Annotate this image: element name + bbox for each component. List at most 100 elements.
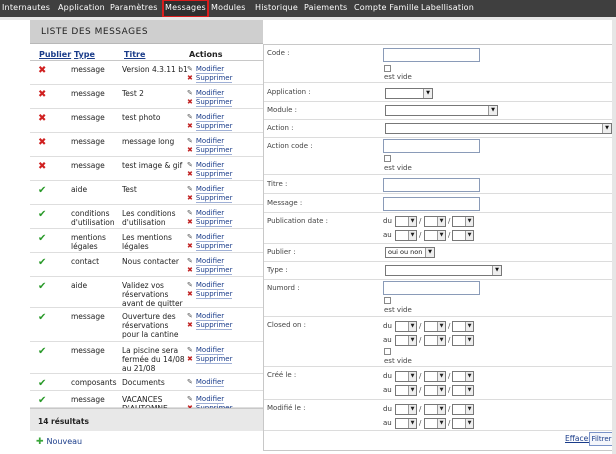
pencil-icon: ✎: [187, 395, 193, 403]
numord-empty-checkbox[interactable]: [384, 297, 391, 304]
nav-compte-famille[interactable]: Compte Famille: [354, 0, 419, 17]
delete-link[interactable]: ✖Supprimer: [187, 266, 233, 275]
closed-to-day[interactable]: ▼: [395, 335, 417, 346]
cree-to-year[interactable]: ▼: [452, 385, 474, 396]
cree-from-month[interactable]: ▼: [424, 371, 446, 382]
delete-link[interactable]: ✖Supprimer: [187, 242, 233, 251]
pencil-icon: ✎: [187, 137, 193, 145]
clear-filter-link[interactable]: Effacer: [565, 434, 591, 443]
action-select[interactable]: ▼: [385, 123, 612, 134]
modify-link[interactable]: ✎ Modifier: [187, 113, 225, 122]
modify-link[interactable]: ✎ Modifier: [187, 257, 225, 266]
type-select[interactable]: ▼: [385, 265, 502, 276]
modifie-to-year[interactable]: ▼: [452, 418, 474, 429]
modify-link[interactable]: ✎ Modifier: [187, 185, 225, 194]
top-navigation: Internautes Application Paramètres Messa…: [0, 0, 616, 18]
column-header-type[interactable]: Type: [74, 50, 95, 59]
cree-from-day[interactable]: ▼: [395, 371, 417, 382]
cree-to-month[interactable]: ▼: [424, 385, 446, 396]
action-code-input[interactable]: [383, 139, 480, 153]
delete-link[interactable]: ✖Supprimer: [187, 194, 233, 203]
code-empty-checkbox[interactable]: [384, 65, 391, 72]
modify-link[interactable]: ✎ Modifier: [187, 378, 225, 387]
closed-from-day[interactable]: ▼: [395, 321, 417, 332]
filter-button[interactable]: Filtrer: [589, 432, 614, 446]
published-check-icon[interactable]: ✔: [38, 379, 46, 389]
unpublished-cross-icon[interactable]: ✖: [38, 138, 46, 148]
nav-historique[interactable]: Historique: [255, 0, 298, 17]
modify-link[interactable]: ✎ Modifier: [187, 233, 225, 242]
published-check-icon[interactable]: ✔: [38, 282, 46, 292]
publier-select[interactable]: oui ou non ▼: [385, 247, 435, 258]
modify-link[interactable]: ✎ Modifier: [187, 395, 225, 404]
column-header-publier[interactable]: Publier: [39, 50, 71, 59]
nav-internautes[interactable]: Internautes: [2, 0, 50, 17]
closed-to-year[interactable]: ▼: [452, 335, 474, 346]
modify-label: Modifier: [195, 281, 225, 290]
nav-labellisation[interactable]: Labellisation: [421, 0, 474, 17]
nav-messages[interactable]: Messages: [162, 0, 209, 18]
modifie-from-year[interactable]: ▼: [452, 404, 474, 415]
modify-link[interactable]: ✎ Modifier: [187, 281, 225, 290]
modifie-to-month[interactable]: ▼: [424, 418, 446, 429]
unpublished-cross-icon[interactable]: ✖: [38, 66, 46, 76]
published-check-icon[interactable]: ✔: [38, 234, 46, 244]
application-select[interactable]: ▼: [385, 88, 433, 99]
modifie-from-month[interactable]: ▼: [424, 404, 446, 415]
publication-to-month[interactable]: ▼: [424, 230, 446, 241]
delete-link[interactable]: ✖Supprimer: [187, 321, 233, 330]
modify-link[interactable]: ✎ Modifier: [187, 346, 225, 355]
delete-link[interactable]: ✖Supprimer: [187, 170, 233, 179]
modify-link[interactable]: ✎ Modifier: [187, 209, 225, 218]
published-check-icon[interactable]: ✔: [38, 210, 46, 220]
publication-to-year[interactable]: ▼: [452, 230, 474, 241]
publication-from-day[interactable]: ▼: [395, 216, 417, 227]
modifie-from-day[interactable]: ▼: [395, 404, 417, 415]
module-select[interactable]: ▼: [385, 105, 498, 116]
new-message-link[interactable]: ✚ Nouveau: [36, 437, 82, 447]
modify-link[interactable]: ✎ Modifier: [187, 89, 225, 98]
delete-link[interactable]: ✖Supprimer: [187, 98, 233, 107]
publication-to-day[interactable]: ▼: [395, 230, 417, 241]
delete-link[interactable]: ✖Supprimer: [187, 218, 233, 227]
publication-from-month[interactable]: ▼: [424, 216, 446, 227]
nav-paiements[interactable]: Paiements: [304, 0, 347, 17]
modify-link[interactable]: ✎ Modifier: [187, 312, 225, 321]
date-separator: /: [448, 386, 451, 394]
modifie-to-day[interactable]: ▼: [395, 418, 417, 429]
unpublished-cross-icon[interactable]: ✖: [38, 162, 46, 172]
modify-link[interactable]: ✎ Modifier: [187, 137, 225, 146]
code-input[interactable]: [383, 48, 480, 62]
message-input[interactable]: [383, 197, 480, 211]
published-check-icon[interactable]: ✔: [38, 396, 46, 406]
unpublished-cross-icon[interactable]: ✖: [38, 90, 46, 100]
published-check-icon[interactable]: ✔: [38, 186, 46, 196]
cree-from-year[interactable]: ▼: [452, 371, 474, 382]
published-check-icon[interactable]: ✔: [38, 258, 46, 268]
nav-modules[interactable]: Modules: [211, 0, 246, 17]
action-code-empty-checkbox[interactable]: [384, 155, 391, 162]
closed-to-month[interactable]: ▼: [424, 335, 446, 346]
delete-link[interactable]: ✖Supprimer: [187, 74, 233, 83]
filter-row-titre: Titre :: [264, 175, 615, 194]
delete-link[interactable]: ✖Supprimer: [187, 290, 233, 299]
delete-link[interactable]: ✖Supprimer: [187, 122, 233, 131]
modify-link[interactable]: ✎ Modifier: [187, 161, 225, 170]
column-header-titre[interactable]: Titre: [124, 50, 145, 59]
nav-application[interactable]: Application: [58, 0, 105, 17]
published-check-icon[interactable]: ✔: [38, 347, 46, 357]
cree-to-day[interactable]: ▼: [395, 385, 417, 396]
published-check-icon[interactable]: ✔: [38, 313, 46, 323]
nav-parametres[interactable]: Paramètres: [110, 0, 158, 17]
delete-link[interactable]: ✖Supprimer: [187, 146, 233, 155]
closed-from-month[interactable]: ▼: [424, 321, 446, 332]
closed-empty-checkbox[interactable]: [384, 348, 391, 355]
titre-input[interactable]: [383, 178, 480, 192]
delete-link[interactable]: ✖Supprimer: [187, 355, 233, 364]
table-row: ✖ message test image & gif ✎ Modifier ✖ Suppri…: [30, 157, 263, 181]
modify-link[interactable]: ✎ Modifier: [187, 65, 225, 74]
closed-from-year[interactable]: ▼: [452, 321, 474, 332]
numord-input[interactable]: [383, 281, 480, 295]
unpublished-cross-icon[interactable]: ✖: [38, 114, 46, 124]
publication-from-year[interactable]: ▼: [452, 216, 474, 227]
